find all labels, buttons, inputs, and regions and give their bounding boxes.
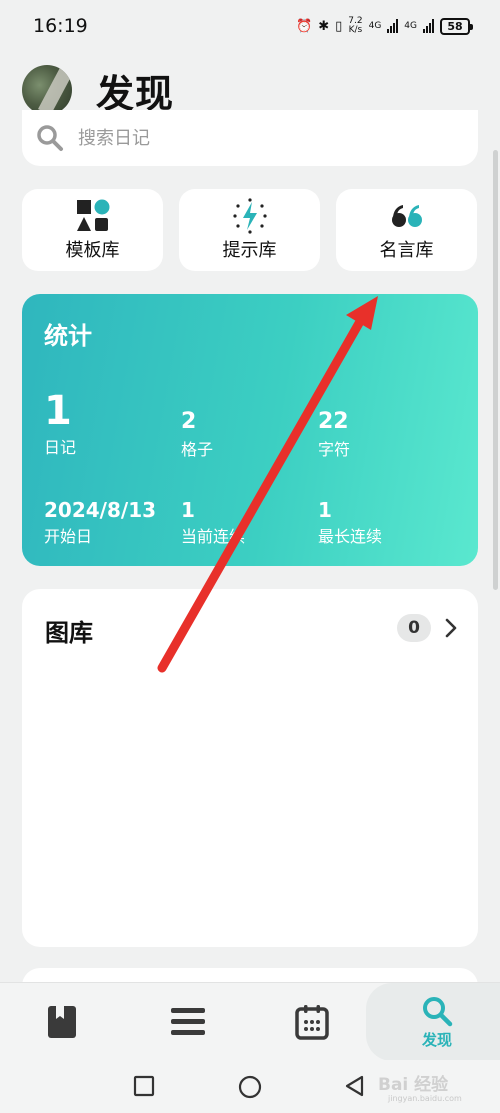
nav-item-diary[interactable]	[34, 983, 90, 1061]
network-type-1: 4G	[368, 21, 382, 31]
status-time: 16:19	[33, 15, 88, 37]
stat-longest-streak-label: 最长连续	[318, 527, 383, 546]
search-box[interactable]	[22, 110, 478, 166]
quote-icon	[391, 205, 422, 227]
prompt-library-card[interactable]: 提示库	[179, 189, 320, 271]
gallery-count-badge: 0	[397, 614, 431, 642]
search-icon	[423, 996, 453, 1026]
stat-diary: 1 日记	[44, 390, 76, 458]
scrollbar[interactable]	[493, 150, 498, 590]
menu-lines-icon	[171, 1008, 205, 1035]
vibrate-icon: ▯	[335, 18, 343, 34]
stat-start-date-value: 2024/8/13	[44, 498, 157, 522]
stat-chars: 22 字符	[318, 410, 350, 460]
nav-label-discover: 发现	[421, 1030, 452, 1049]
watermark-url: jingyan.baidu.com	[388, 1094, 462, 1103]
speed-unit: K/s	[348, 25, 363, 35]
stat-diary-label: 日记	[44, 438, 77, 457]
search-icon	[37, 125, 63, 151]
bookmark-book-icon	[48, 1006, 76, 1038]
template-library-label: 模板库	[65, 240, 120, 261]
bottom-nav: 发现	[0, 982, 500, 1061]
quote-library-card[interactable]: 名言库	[336, 189, 477, 271]
shapes-icon	[76, 199, 109, 231]
search-input[interactable]	[78, 127, 438, 149]
network-speed: 7.2 K/s	[348, 17, 362, 35]
recent-apps-icon[interactable]	[132, 1074, 156, 1098]
stat-grid-label: 格子	[181, 440, 214, 459]
nav-item-calendar[interactable]	[284, 983, 340, 1061]
back-icon[interactable]	[343, 1074, 367, 1098]
home-icon[interactable]	[237, 1074, 263, 1100]
stat-start-date-label: 开始日	[44, 527, 93, 546]
nav-item-discover[interactable]: 发现	[405, 983, 469, 1061]
stats-card: 统计 1 日记 2 格子 22 字符 2024/8/13 开始日 1 当前连续 …	[22, 294, 478, 566]
bluetooth-icon: ✱	[318, 18, 330, 34]
stat-diary-value: 1	[44, 388, 72, 434]
calendar-icon	[295, 1005, 329, 1040]
status-bar: 16:19 ⏰ ✱ ▯ 7.2 K/s 4G 4G 58	[0, 0, 500, 52]
avatar[interactable]	[22, 65, 72, 115]
stat-longest-streak: 1 最长连续	[318, 499, 382, 547]
alarm-icon: ⏰	[296, 18, 313, 34]
stat-grid: 2 格子	[181, 410, 213, 460]
gallery-title: 图库	[45, 619, 93, 647]
signal-icon	[387, 19, 399, 33]
stat-current-streak-label: 当前连续	[181, 527, 246, 546]
quote-library-label: 名言库	[379, 240, 434, 261]
stat-start-date: 2024/8/13 开始日	[44, 499, 156, 547]
battery-level: 58	[447, 19, 463, 33]
template-library-card[interactable]: 模板库	[22, 189, 163, 271]
page-header: 发现	[22, 64, 174, 116]
lightning-spark-icon	[232, 198, 267, 234]
stat-grid-value: 2	[181, 409, 197, 434]
prompt-library-label: 提示库	[222, 240, 277, 261]
nav-item-list[interactable]	[160, 983, 216, 1061]
chevron-right-icon[interactable]	[442, 618, 460, 638]
stat-chars-label: 字符	[318, 440, 351, 459]
network-type-2: 4G	[404, 21, 417, 31]
status-icons: ⏰ ✱ ▯ 7.2 K/s 4G 4G 58	[296, 17, 473, 35]
stat-chars-value: 22	[318, 409, 349, 434]
stat-longest-streak-value: 1	[318, 498, 332, 522]
signal-icon-2	[423, 19, 434, 33]
gallery-card[interactable]: 图库 0	[22, 589, 478, 947]
watermark-logo: Bai 经验	[378, 1075, 449, 1095]
stat-current-streak: 1 当前连续	[181, 499, 245, 547]
battery-icon: 58	[440, 17, 473, 35]
stats-title: 统计	[44, 322, 92, 350]
stat-current-streak-value: 1	[181, 498, 195, 522]
